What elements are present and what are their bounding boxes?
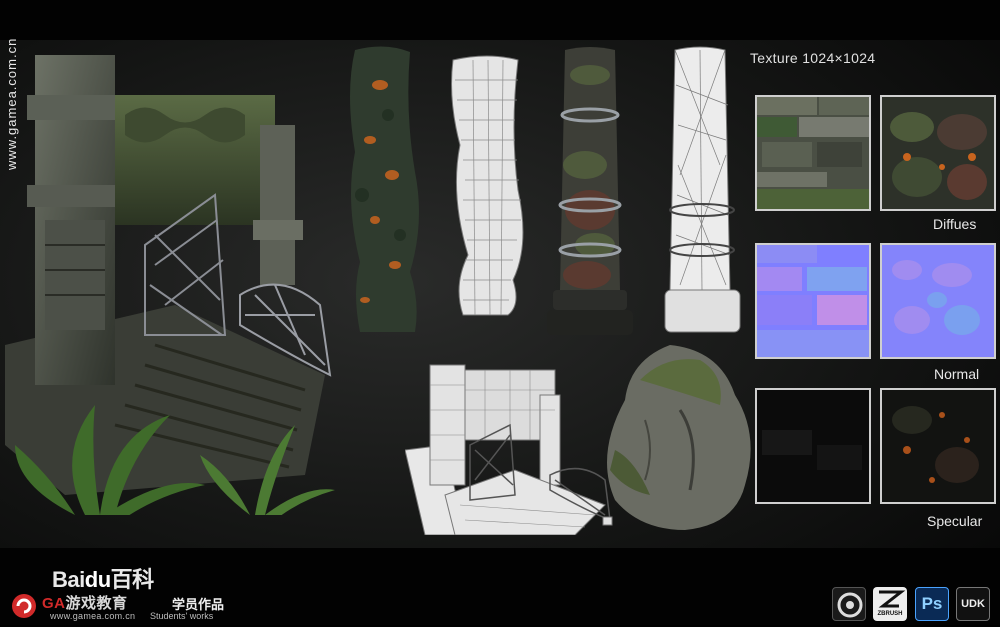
wireframe-temple-model — [405, 364, 613, 535]
mossy-rock-model — [607, 345, 751, 530]
baidu-baike-text: 百科 — [110, 567, 155, 592]
zbrush-icon: ZBRUSH — [873, 587, 907, 621]
ga-letters: GA — [42, 595, 66, 612]
zbrush-label: ZBRUSH — [877, 611, 903, 617]
normal-map-pillar-thumbnail — [880, 243, 996, 359]
students-works-en: Students' works — [150, 611, 214, 621]
wireframe-chained-pillar-model — [664, 46, 741, 333]
baidu-bai-text: Bai — [52, 567, 85, 592]
baidu-baike-logo: Baidu百科 — [52, 562, 154, 594]
specular-map-stone-thumbnail — [755, 388, 871, 504]
lava-pillar-model — [350, 46, 419, 332]
udk-icon: UDK — [956, 587, 990, 621]
diffuse-map-stone-thumbnail — [755, 95, 871, 211]
normal-map-stone-thumbnail — [755, 243, 871, 359]
specular-label: Specular — [927, 513, 983, 529]
specular-map-pillar-thumbnail — [880, 388, 996, 504]
ga-logo-icon — [12, 594, 36, 618]
diffuse-map-pillar-thumbnail — [880, 95, 996, 211]
diffuse-label: Diffues — [933, 216, 977, 232]
textured-temple-model — [5, 55, 335, 515]
texture-size-title: Texture 1024×1024 — [750, 50, 876, 66]
photoshop-icon: Ps — [915, 587, 949, 621]
ga-cn-name: 游戏教育 — [65, 595, 128, 612]
wireframe-pillar-model — [451, 55, 524, 316]
baidu-du-text: du — [84, 567, 111, 592]
3dsmax-icon — [832, 587, 866, 621]
site-url: www.gamea.com.cn — [50, 611, 136, 621]
udk-label: UDK — [961, 598, 985, 610]
chained-pillar-model — [547, 47, 633, 335]
photoshop-label: Ps — [921, 594, 943, 613]
top-letterbox — [0, 0, 1000, 40]
normal-label: Normal — [934, 366, 980, 382]
ga-education-brand: GA游戏教育 — [42, 592, 128, 613]
